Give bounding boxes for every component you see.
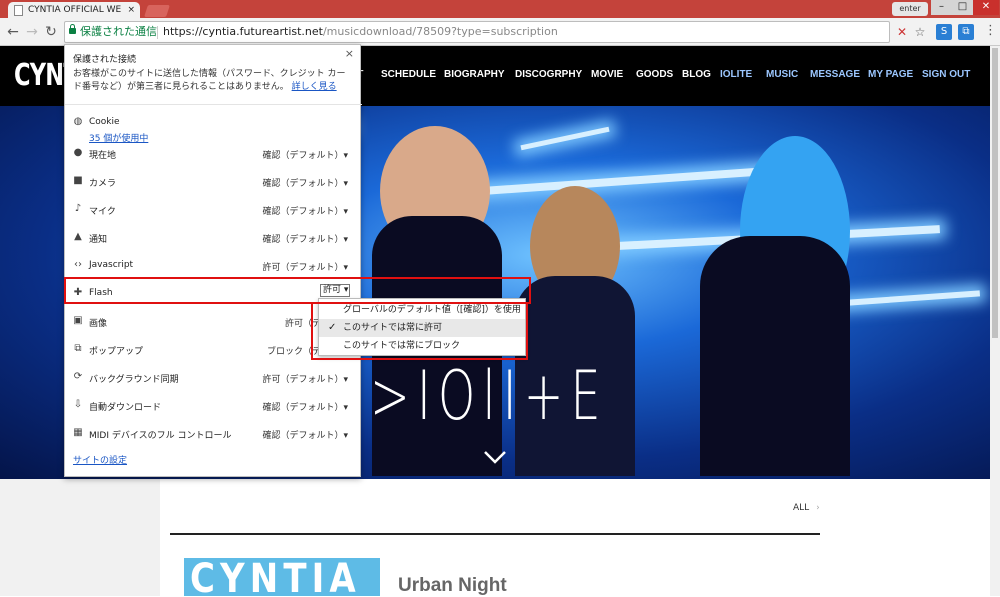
page-icon bbox=[14, 5, 23, 16]
nav-item-schedule[interactable]: SCHEDULE bbox=[381, 69, 436, 80]
address-bar[interactable]: 保護された通信 https://cyntia.futureartist.net/… bbox=[64, 21, 925, 43]
tab-title: CYNTIA OFFICIAL WE bbox=[28, 5, 122, 15]
nav-item-message[interactable]: MESSAGE bbox=[810, 69, 860, 80]
learn-more-link[interactable]: 詳しく見る bbox=[292, 82, 337, 92]
nav-item-blog[interactable]: BLOG bbox=[682, 69, 711, 80]
album-title[interactable]: Urban Night bbox=[398, 575, 507, 597]
close-window-button[interactable]: ✕ bbox=[973, 0, 999, 15]
nav-item-discogrphy[interactable]: DISCOGRPHY bbox=[515, 69, 582, 80]
permission-label: Javascript bbox=[89, 260, 134, 270]
new-tab-button[interactable] bbox=[144, 5, 170, 17]
chevron-right-icon: › bbox=[816, 503, 820, 513]
permission-label: バックグラウンド同期 bbox=[89, 375, 179, 385]
midi-icon: ▦ bbox=[73, 427, 83, 438]
security-indicator[interactable]: 保護された通信 bbox=[69, 22, 157, 42]
site-settings-link[interactable]: サイトの設定 bbox=[73, 453, 127, 466]
camera-icon: ■ bbox=[73, 175, 83, 186]
permission-label: 現在地 bbox=[89, 151, 117, 161]
cookie-icon: ◍ bbox=[73, 116, 83, 127]
all-link[interactable]: ALL › bbox=[793, 503, 820, 513]
bell-icon: ▲ bbox=[74, 231, 82, 242]
window-titlebar: CYNTIA OFFICIAL WE × enter – □ ✕ bbox=[0, 0, 1000, 19]
browser-toolbar: ← → ↻ 保護された通信 https://cyntia.futureartis… bbox=[0, 18, 1000, 46]
permission-label: ポップアップ bbox=[89, 347, 144, 357]
url-separator bbox=[157, 26, 158, 39]
permission-label: 自動ダウンロード bbox=[89, 403, 162, 413]
url-text[interactable]: https://cyntia.futureartist.net/musicdow… bbox=[163, 22, 558, 42]
connection-description: お客様がこのサイトに送信した情報（パスワード、クレジット カード番号など）が第三… bbox=[73, 68, 353, 94]
options-highlight-box bbox=[311, 302, 528, 360]
minimize-button[interactable]: – bbox=[931, 0, 952, 15]
content-margin bbox=[0, 479, 160, 596]
download-icon: ⇩ bbox=[73, 399, 83, 410]
blocked-plugin-icon[interactable]: ✕ bbox=[895, 25, 909, 39]
reload-button[interactable]: ↻ bbox=[42, 23, 60, 41]
image-icon: ▣ bbox=[73, 315, 83, 326]
nav-item-music[interactable]: MUSIC bbox=[766, 69, 798, 80]
hero-title: >IOlI+E bbox=[370, 357, 608, 436]
tab-close-icon[interactable]: × bbox=[127, 5, 135, 15]
permission-select[interactable]: 確認（デフォルト）▾ bbox=[262, 176, 348, 189]
all-label: ALL bbox=[793, 503, 810, 513]
permission-label: 通知 bbox=[89, 235, 108, 245]
cookies-in-use-link[interactable]: 35 個が使用中 bbox=[89, 131, 148, 144]
back-button[interactable]: ← bbox=[4, 23, 22, 41]
scroll-down-chevron-icon[interactable] bbox=[483, 445, 507, 469]
sync-icon: ⟳ bbox=[73, 371, 83, 382]
scrollbar-thumb[interactable] bbox=[992, 48, 998, 338]
browser-menu-icon[interactable]: ⋮ bbox=[984, 24, 997, 38]
light-beam bbox=[520, 126, 610, 151]
code-icon: ‹› bbox=[74, 259, 82, 270]
secure-label: 保護された通信 bbox=[80, 25, 157, 38]
site-info-popup: × 保護された接続 お客様がこのサイトに送信した情報（パスワード、クレジット カ… bbox=[64, 44, 362, 477]
permission-select[interactable]: 確認（デフォルト）▾ bbox=[262, 428, 348, 441]
nav-item-my-page[interactable]: MY PAGE bbox=[868, 69, 913, 80]
nav-item-biography[interactable]: BIOGRAPHY bbox=[444, 69, 505, 80]
browser-tab[interactable]: CYNTIA OFFICIAL WE × bbox=[8, 2, 140, 19]
permission-select[interactable]: 確認（デフォルト）▾ bbox=[262, 232, 348, 245]
lock-icon bbox=[69, 24, 76, 34]
connection-title: 保護された接続 bbox=[73, 55, 137, 65]
nav-item-iolite[interactable]: IOLITE bbox=[720, 69, 752, 80]
permission-select[interactable]: 許可（デフォルト）▾ bbox=[262, 260, 348, 273]
url-path: /musicdownload/78509?type=subscription bbox=[322, 25, 558, 38]
flash-permission-select[interactable]: 許可 ▾ bbox=[320, 284, 350, 297]
album-logo-text: CYNTIA bbox=[190, 558, 361, 596]
location-icon: ● bbox=[73, 147, 83, 158]
section-divider bbox=[170, 533, 820, 535]
permission-select[interactable]: 確認（デフォルト）▾ bbox=[262, 400, 348, 413]
permission-label: マイク bbox=[89, 207, 116, 217]
url-host: https://cyntia.futureartist.net bbox=[163, 25, 323, 38]
mic-icon: ♪ bbox=[74, 203, 82, 214]
popup-divider bbox=[65, 104, 362, 105]
permission-select[interactable]: 確認（デフォルト）▾ bbox=[262, 148, 348, 161]
nav-item-goods[interactable]: GOODS bbox=[636, 69, 673, 80]
extension-icon-1[interactable]: S bbox=[936, 24, 952, 40]
permission-label: カメラ bbox=[89, 179, 117, 189]
forward-button[interactable]: → bbox=[23, 23, 41, 41]
nav-item-sign-out[interactable]: SIGN OUT bbox=[922, 69, 970, 80]
popup-close-icon[interactable]: × bbox=[345, 47, 354, 60]
cookie-label: Cookie bbox=[89, 117, 120, 127]
profile-button[interactable]: enter bbox=[892, 2, 928, 16]
permission-select[interactable]: 許可（デフォルト）▾ bbox=[262, 372, 348, 385]
nav-item-movie[interactable]: MOVIE bbox=[591, 69, 623, 80]
bookmark-star-icon[interactable]: ☆ bbox=[913, 25, 927, 39]
singer-3 bbox=[700, 236, 850, 476]
permission-label: 画像 bbox=[89, 319, 108, 329]
popup-icon: ⧉ bbox=[74, 343, 82, 354]
extension-icon-2[interactable]: ⧉ bbox=[958, 24, 974, 40]
album-artwork[interactable]: CYNTIA bbox=[184, 558, 380, 596]
maximize-button[interactable]: □ bbox=[952, 0, 973, 15]
permission-select[interactable]: 確認（デフォルト）▾ bbox=[262, 204, 348, 217]
permission-label: MIDI デバイスのフル コントロール bbox=[89, 431, 232, 441]
